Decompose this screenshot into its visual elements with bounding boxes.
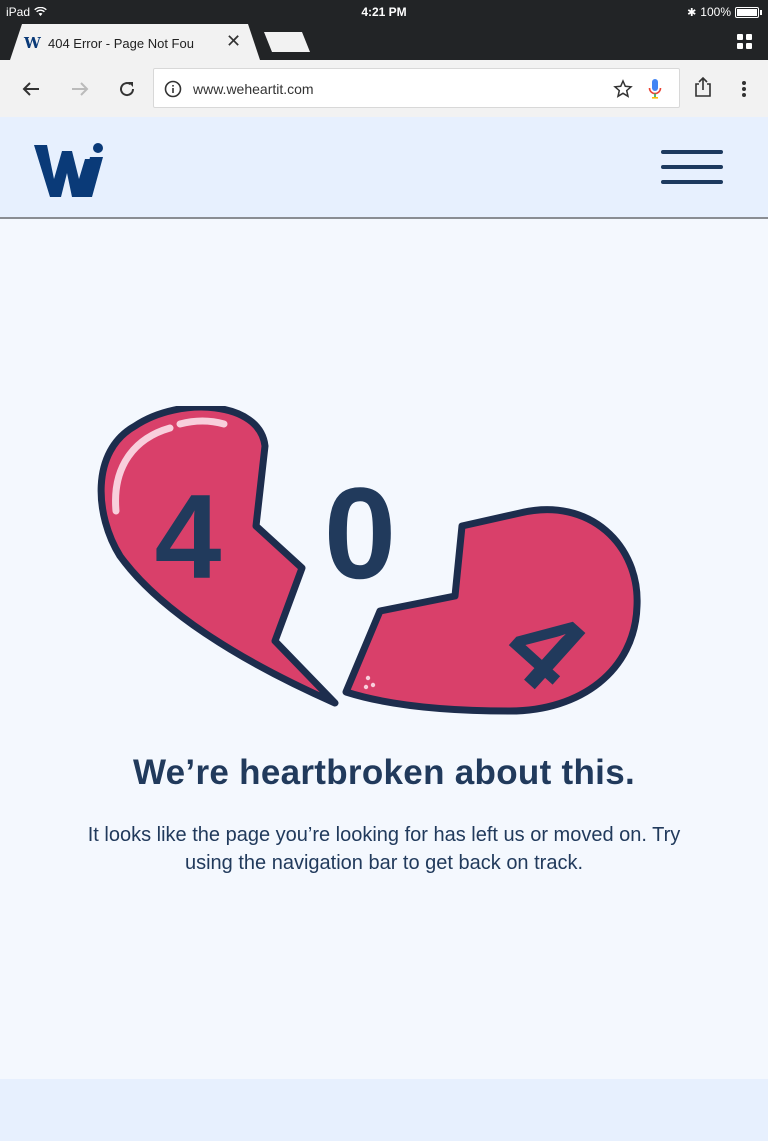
address-bar[interactable]: www.weheartit.com [153, 68, 680, 108]
error-content: 4 0 4 We’re heartbroken about this. It l… [0, 221, 768, 1079]
battery-percent: 100% [700, 5, 731, 19]
forward-icon[interactable] [69, 78, 91, 100]
url-text[interactable]: www.weheartit.com [193, 81, 314, 97]
share-icon[interactable] [692, 76, 714, 98]
status-time: 4:21 PM [361, 5, 407, 19]
digit-0: 0 [324, 460, 396, 606]
broken-heart-illustration: 4 0 4 [97, 406, 641, 715]
info-icon[interactable] [164, 80, 182, 98]
browser-toolbar: www.weheartit.com [0, 60, 768, 117]
tab-close-icon[interactable]: ✕ [226, 32, 241, 50]
browser-menu-icon[interactable] [733, 78, 755, 100]
error-headline: We’re heartbroken about this. [132, 753, 636, 792]
digit-4-left: 4 [155, 470, 222, 604]
tab-title[interactable]: 404 Error - Page Not Fou [48, 36, 213, 51]
status-bar: iPad 4:21 PM ✱ 100% [0, 0, 768, 24]
reload-icon[interactable] [116, 78, 138, 100]
mic-icon[interactable] [648, 78, 662, 100]
new-tab-button[interactable] [264, 32, 310, 52]
hamburger-menu-button[interactable] [661, 150, 723, 190]
back-icon[interactable] [20, 78, 42, 100]
star-icon[interactable] [613, 79, 633, 99]
battery-icon [735, 6, 759, 18]
tab-switcher-icon[interactable] [737, 34, 752, 49]
error-message: It looks like the page you’re looking fo… [87, 824, 681, 874]
weheartit-logo[interactable] [32, 143, 106, 199]
tab-favicon-icon: W [24, 34, 41, 52]
site-header [0, 117, 768, 219]
footer-band [0, 1079, 768, 1141]
bluetooth-icon: ✱ [687, 6, 697, 19]
tab-strip: W 404 Error - Page Not Fou ✕ [0, 24, 768, 60]
